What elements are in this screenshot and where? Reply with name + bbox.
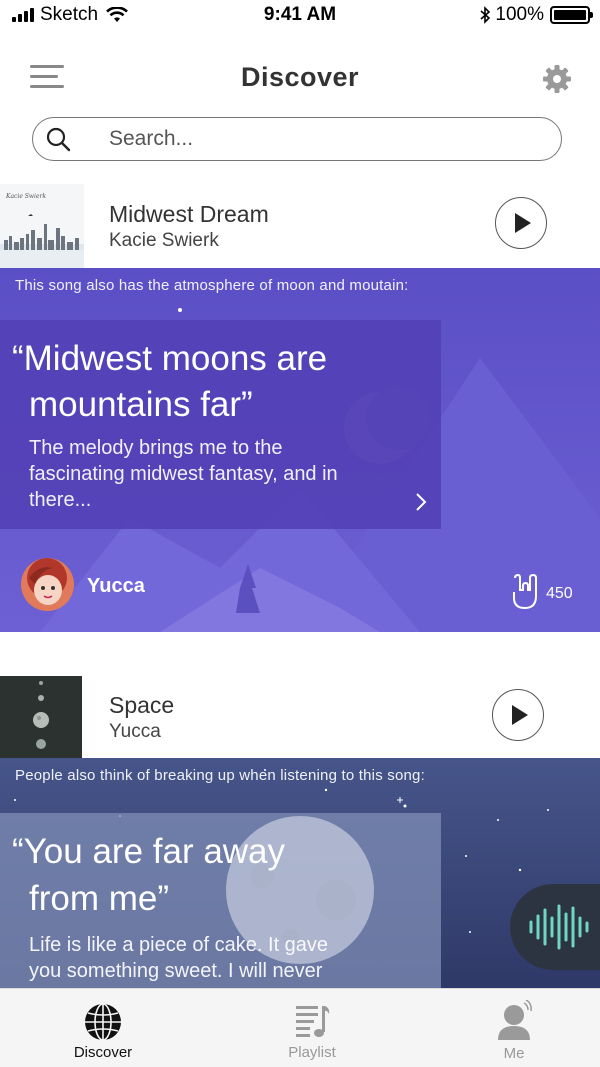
avatar[interactable]: [21, 558, 74, 611]
quote-line-2: from me”: [29, 879, 169, 918]
quote-desc-line-3: there...: [29, 489, 92, 511]
tab-label: Playlist: [288, 1044, 336, 1061]
header: Discover: [0, 50, 600, 106]
globe-icon: [85, 1003, 121, 1041]
like-count: 450: [546, 585, 573, 602]
battery-percent: 100%: [495, 4, 544, 25]
song-artist: Kacie Swierk: [109, 230, 219, 251]
rock-hand-icon[interactable]: [509, 574, 541, 610]
song-card[interactable]: This song also has the atmosphere of moo…: [0, 268, 600, 632]
play-button[interactable]: [495, 197, 547, 249]
song-artist: Yucca: [109, 721, 161, 742]
song-card[interactable]: People also think of breaking up when li…: [0, 758, 600, 988]
tab-bar: Discover Playlist Me: [0, 988, 600, 1067]
quote-line-2: mountains far”: [29, 385, 253, 424]
quote-line-1: “You are far away: [12, 832, 286, 871]
status-bar: Sketch 9:41 AM 100%: [0, 0, 600, 32]
play-icon: [512, 705, 528, 725]
song-row[interactable]: Kacie Swierk Midwest Dream Kacie Swierk: [0, 184, 600, 268]
tab-discover[interactable]: Discover: [3, 989, 203, 1067]
quote-desc-line-1: Life is like a piece of cake. It gave: [29, 934, 329, 956]
svg-text:Kacie Swierk: Kacie Swierk: [5, 193, 46, 200]
search-input[interactable]: [109, 127, 489, 151]
playlist-icon: [296, 1006, 330, 1037]
card-note: This song also has the atmosphere of moo…: [15, 277, 409, 294]
search-bar: [32, 117, 562, 161]
song-title: Space: [109, 692, 175, 718]
album-cover: [0, 676, 82, 760]
user-name: Yucca: [87, 575, 145, 597]
card-note: People also think of breaking up when li…: [15, 767, 425, 784]
quote-desc-line-1: The melody brings me to the: [29, 437, 283, 459]
song-row[interactable]: Space Yucca: [0, 676, 600, 760]
tab-me[interactable]: Me: [414, 989, 600, 1067]
quote-desc-line-2: fascinating midwest fantasy, and in: [29, 463, 338, 485]
search-icon: [46, 127, 71, 152]
tab-playlist[interactable]: Playlist: [212, 989, 412, 1067]
quote-desc-line-2: you something sweet. I will never: [29, 960, 323, 982]
profile-icon: [498, 1000, 532, 1040]
page-title: Discover: [240, 62, 360, 92]
album-cover: Kacie Swierk: [0, 184, 84, 268]
play-button[interactable]: [492, 689, 544, 741]
chevron-right-icon[interactable]: [414, 492, 428, 512]
battery-icon: [550, 6, 593, 24]
tab-label: Me: [503, 1045, 525, 1062]
play-icon: [515, 213, 531, 233]
status-right: 100%: [480, 4, 593, 26]
bluetooth-icon: [480, 6, 491, 24]
now-playing-button[interactable]: [510, 884, 600, 970]
audio-wave-icon: [529, 904, 589, 950]
quote-line-1: “Midwest moons are: [12, 339, 328, 378]
tab-label: Discover: [73, 1044, 133, 1061]
song-title: Midwest Dream: [109, 201, 269, 227]
gear-icon[interactable]: [542, 64, 572, 94]
